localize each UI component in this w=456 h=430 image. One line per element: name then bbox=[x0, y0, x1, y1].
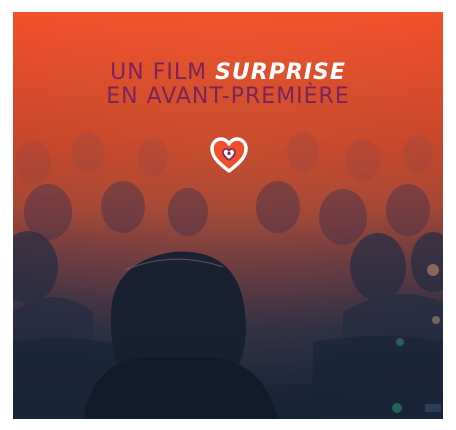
image-frame: UN FILM SURPRISE EN AVANT-PREMIÈRE bbox=[0, 0, 456, 430]
movie-poster: UN FILM SURPRISE EN AVANT-PREMIÈRE bbox=[13, 12, 443, 419]
poster-headline: UN FILM SURPRISE EN AVANT-PREMIÈRE bbox=[13, 61, 443, 109]
headline-emphasis: SURPRISE bbox=[215, 60, 346, 85]
headline-line-1: UN FILM SURPRISE bbox=[13, 61, 443, 85]
heart-icon bbox=[209, 136, 249, 174]
headline-line-2: EN AVANT-PREMIÈRE bbox=[106, 84, 350, 109]
headline-prefix: UN FILM bbox=[110, 60, 216, 85]
